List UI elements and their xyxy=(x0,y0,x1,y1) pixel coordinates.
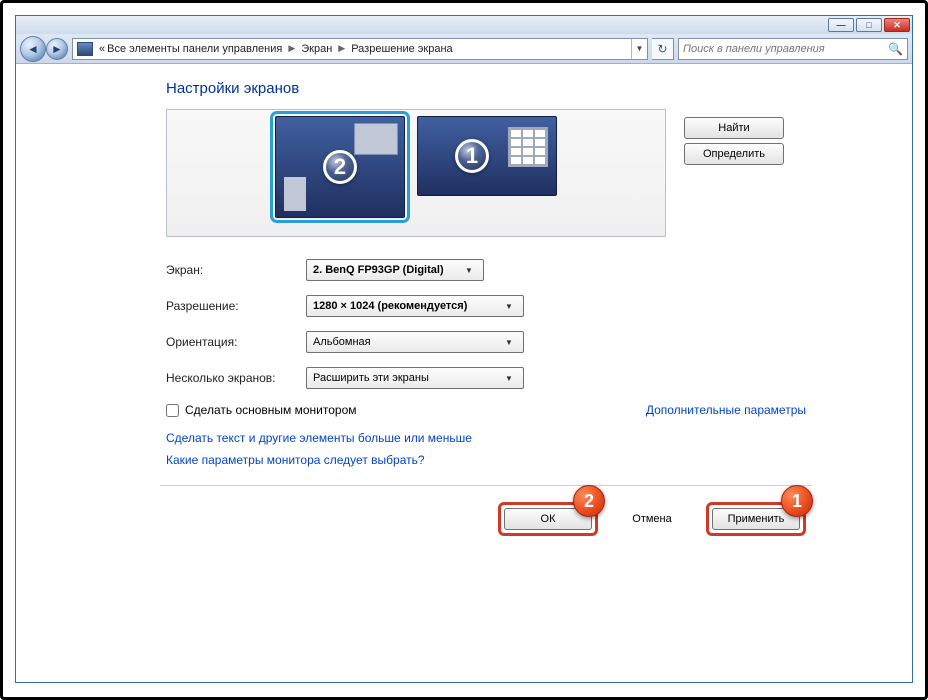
advanced-settings-link[interactable]: Дополнительные параметры xyxy=(646,403,806,417)
close-button[interactable]: ✕ xyxy=(884,18,910,32)
orientation-dropdown[interactable]: Альбомная ▼ xyxy=(306,331,524,353)
orientation-label: Ориентация: xyxy=(166,335,306,349)
callout-2: 2 xyxy=(573,485,605,517)
resolution-dropdown[interactable]: 1280 × 1024 (рекомендуется) ▼ xyxy=(306,295,524,317)
chevron-down-icon: ▼ xyxy=(501,334,517,350)
search-icon: 🔍 xyxy=(888,42,903,56)
page-title: Настройки экранов xyxy=(166,80,806,97)
monitor-preview[interactable]: 2 1 xyxy=(166,109,666,237)
callout-1: 1 xyxy=(781,485,813,517)
minimize-button[interactable]: — xyxy=(828,18,854,32)
search-input[interactable] xyxy=(683,43,888,55)
monitor-thumb-1[interactable]: 1 xyxy=(417,116,557,196)
monitor-number-badge: 1 xyxy=(455,139,489,173)
content-area: Настройки экранов 2 xyxy=(16,64,912,682)
primary-monitor-label: Сделать основным монитором xyxy=(185,403,357,417)
forward-button[interactable]: ► xyxy=(46,38,68,60)
find-button[interactable]: Найти xyxy=(684,117,784,139)
cancel-button[interactable]: Отмена xyxy=(608,508,696,530)
which-settings-link[interactable]: Какие параметры монитора следует выбрать… xyxy=(166,453,806,467)
window-frame: — □ ✕ ◄ ► « Все элементы панели управлен… xyxy=(15,15,913,683)
search-box: 🔍 xyxy=(678,38,908,60)
resolution-label: Разрешение: xyxy=(166,299,306,313)
control-panel-icon xyxy=(77,42,93,56)
text-size-link[interactable]: Сделать текст и другие элементы больше и… xyxy=(166,431,806,445)
monitor-number-badge: 2 xyxy=(323,150,357,184)
primary-monitor-checkbox[interactable] xyxy=(166,404,179,417)
screen-dropdown[interactable]: 2. BenQ FP93GP (Digital) ▼ xyxy=(306,259,484,281)
ok-highlight: ОК 2 xyxy=(498,502,598,536)
chevron-down-icon: ▼ xyxy=(501,370,517,386)
apply-highlight: Применить 1 xyxy=(706,502,806,536)
refresh-button[interactable]: ↻ xyxy=(652,38,674,60)
chevron-right-icon: ▶ xyxy=(338,43,345,54)
address-bar: ◄ ► « Все элементы панели управления ▶ Э… xyxy=(16,34,912,64)
screen-label: Экран: xyxy=(166,263,306,277)
path-dropdown-button[interactable]: ▼ xyxy=(631,39,647,59)
monitor-thumb-2[interactable]: 2 xyxy=(275,116,405,218)
chevron-down-icon: ▼ xyxy=(461,262,477,278)
breadcrumb-seg[interactable]: Все элементы панели управления xyxy=(107,43,282,55)
breadcrumb[interactable]: « Все элементы панели управления ▶ Экран… xyxy=(72,38,648,60)
chevron-down-icon: ▼ xyxy=(501,298,517,314)
multiple-displays-label: Несколько экранов: xyxy=(166,371,306,385)
maximize-button[interactable]: □ xyxy=(856,18,882,32)
back-button[interactable]: ◄ xyxy=(20,36,46,62)
chevron-right-icon: ▶ xyxy=(288,43,295,54)
breadcrumb-seg[interactable]: Экран xyxy=(301,43,332,55)
multiple-displays-dropdown[interactable]: Расширить эти экраны ▼ xyxy=(306,367,524,389)
titlebar: — □ ✕ xyxy=(16,16,912,34)
breadcrumb-seg[interactable]: Разрешение экрана xyxy=(351,43,452,55)
identify-button[interactable]: Определить xyxy=(684,143,784,165)
